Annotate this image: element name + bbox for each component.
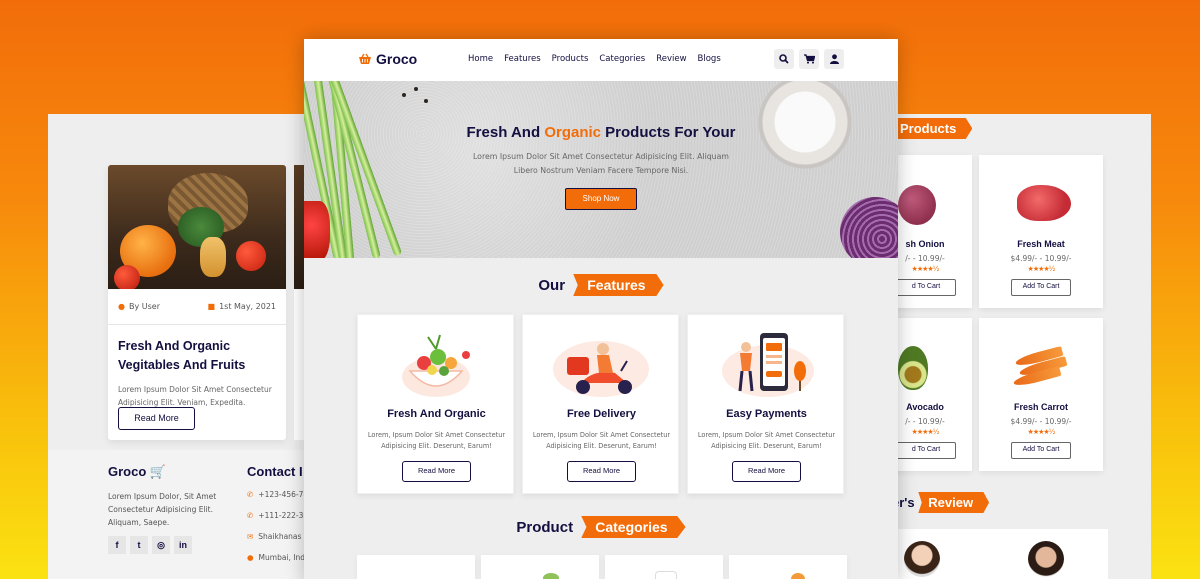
mobile-payment-image	[722, 333, 814, 397]
categories-heading: Product Categories	[304, 516, 898, 538]
add-to-cart-button[interactable]: d To Cart	[896, 442, 956, 459]
envelope-icon: ✉	[247, 532, 254, 541]
review-card	[984, 529, 1108, 579]
blog-read-more-button[interactable]: Read More	[118, 407, 195, 430]
nav-categories[interactable]: Categories	[599, 54, 645, 64]
salad-bowl-image	[402, 334, 470, 397]
hero-banner: Fresh And Organic Products For Your Lore…	[304, 81, 898, 258]
delivery-scooter-image	[553, 341, 649, 397]
product-price: $4.99/- - 10.99/-	[1010, 254, 1072, 263]
product-name: Fresh Carrot	[1013, 402, 1068, 412]
user-icon: ●	[118, 302, 125, 311]
nav-blogs[interactable]: Blogs	[698, 54, 721, 64]
feature-title: Easy Payments	[726, 408, 807, 420]
feature-read-more-button[interactable]: Read More	[567, 461, 636, 482]
social-links: f t ◎ in	[108, 536, 192, 554]
nav-home[interactable]: Home	[468, 54, 493, 64]
category-card	[605, 555, 723, 579]
product-price: $4.99/- - 10.99/-	[1010, 417, 1072, 426]
products-panel: Products sh Onion /- - 10.99/- ★★★★½ d T…	[848, 114, 1151, 579]
linkedin-icon[interactable]: in	[174, 536, 192, 554]
shop-now-button[interactable]: Shop Now	[565, 188, 637, 210]
product-image	[979, 318, 1103, 402]
footer-description: Lorem Ipsum Dolor, Sit Amet Consectetur …	[108, 492, 217, 527]
feature-title: Fresh And Organic	[387, 408, 486, 420]
blog-meta: ● By User ■ 1st May, 2021	[108, 289, 286, 325]
blog-card: ● By User ■ 1st May, 2021 Fresh And Organi…	[108, 165, 286, 440]
blog-date: 1st May, 2021	[219, 302, 276, 311]
instagram-icon[interactable]: ◎	[152, 536, 170, 554]
basket-icon	[359, 53, 371, 64]
features-heading: Our Features	[304, 274, 898, 296]
feature-card: Free Delivery Lorem, Ipsum Dolor Sit Ame…	[522, 314, 679, 494]
hero-subtitle: Lorem Ipsum Dolor Sit Amet Consectetur A…	[472, 152, 730, 175]
user-icon[interactable]	[824, 49, 844, 69]
map-marker-icon: ●	[247, 553, 254, 562]
blog-image	[108, 165, 286, 289]
add-to-cart-button[interactable]: d To Cart	[896, 279, 956, 296]
phone-icon: ✆	[247, 511, 254, 520]
category-card	[481, 555, 599, 579]
product-rating: ★★★★½	[1027, 428, 1056, 436]
products-heading: Products	[890, 118, 973, 139]
category-card	[357, 555, 475, 579]
basket-icon: 🛒	[149, 464, 167, 479]
cart-icon[interactable]	[799, 49, 819, 69]
blog-description: Lorem Ipsum Dolor Sit Amet Consectetur A…	[118, 385, 272, 407]
feature-card: Easy Payments Lorem, Ipsum Dolor Sit Ame…	[687, 314, 844, 494]
phone-icon: ✆	[247, 490, 254, 499]
nav-products[interactable]: Products	[552, 54, 589, 64]
add-to-cart-button[interactable]: Add To Cart	[1011, 442, 1071, 459]
footer-logo[interactable]: Groco 🛒	[108, 464, 166, 480]
hero-title: Fresh And Organic Products For Your	[466, 124, 736, 141]
feature-read-more-button[interactable]: Read More	[402, 461, 471, 482]
product-rating: ★★★★½	[1027, 265, 1056, 273]
blog-title[interactable]: Fresh And Organic Vegitables And Fruits	[108, 325, 286, 375]
feature-description: Lorem, Ipsum Dolor Sit Amet Consectetur …	[367, 431, 506, 450]
product-name: Fresh Meat	[1017, 239, 1065, 249]
blog-author: By User	[128, 302, 160, 311]
feature-description: Lorem, Ipsum Dolor Sit Amet Consectetur …	[532, 431, 671, 450]
nav-links: Home Features Products Categories Review…	[468, 54, 721, 64]
site-logo[interactable]: Groco	[358, 51, 417, 67]
blog-panel: ● By User ■ 1st May, 2021 Fresh And Organi…	[48, 114, 313, 579]
search-icon[interactable]	[774, 49, 794, 69]
add-to-cart-button[interactable]: Add To Cart	[1011, 279, 1071, 296]
nav-features[interactable]: Features	[504, 54, 541, 64]
product-image	[979, 155, 1103, 239]
review-heading: er's Review	[892, 492, 990, 513]
nav-review[interactable]: Review	[656, 54, 686, 64]
feature-title: Free Delivery	[566, 408, 637, 420]
feature-read-more-button[interactable]: Read More	[732, 461, 801, 482]
calendar-icon: ■	[207, 302, 216, 311]
navbar: Groco Home Features Products Categories …	[304, 39, 898, 81]
feature-description: Lorem, Ipsum Dolor Sit Amet Consectetur …	[697, 431, 836, 450]
product-card: Fresh Meat $4.99/- - 10.99/- ★★★★½ Add T…	[979, 155, 1103, 308]
contact-title: Contact I	[247, 464, 303, 479]
footer: Groco 🛒 Lorem Ipsum Dolor, Sit Amet Cons…	[48, 450, 313, 579]
category-card	[729, 555, 847, 579]
facebook-icon[interactable]: f	[108, 536, 126, 554]
avatar	[1028, 541, 1064, 577]
avatar	[904, 541, 940, 577]
twitter-icon[interactable]: t	[130, 536, 148, 554]
feature-card: Fresh And Organic Lorem, Ipsum Dolor Sit…	[357, 314, 514, 494]
main-page: Groco Home Features Products Categories …	[304, 39, 898, 579]
product-card: Fresh Carrot $4.99/- - 10.99/- ★★★★½ Add…	[979, 318, 1103, 471]
nav-icons	[774, 49, 844, 69]
